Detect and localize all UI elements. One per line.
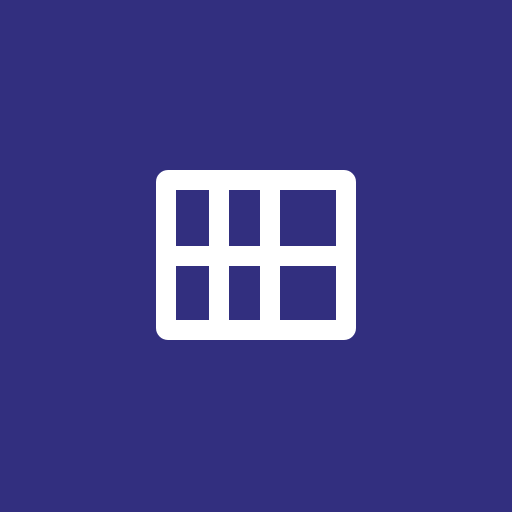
window-latch [235,247,253,265]
app-icon-canvas [0,0,512,512]
window-grid-icon [0,0,512,512]
